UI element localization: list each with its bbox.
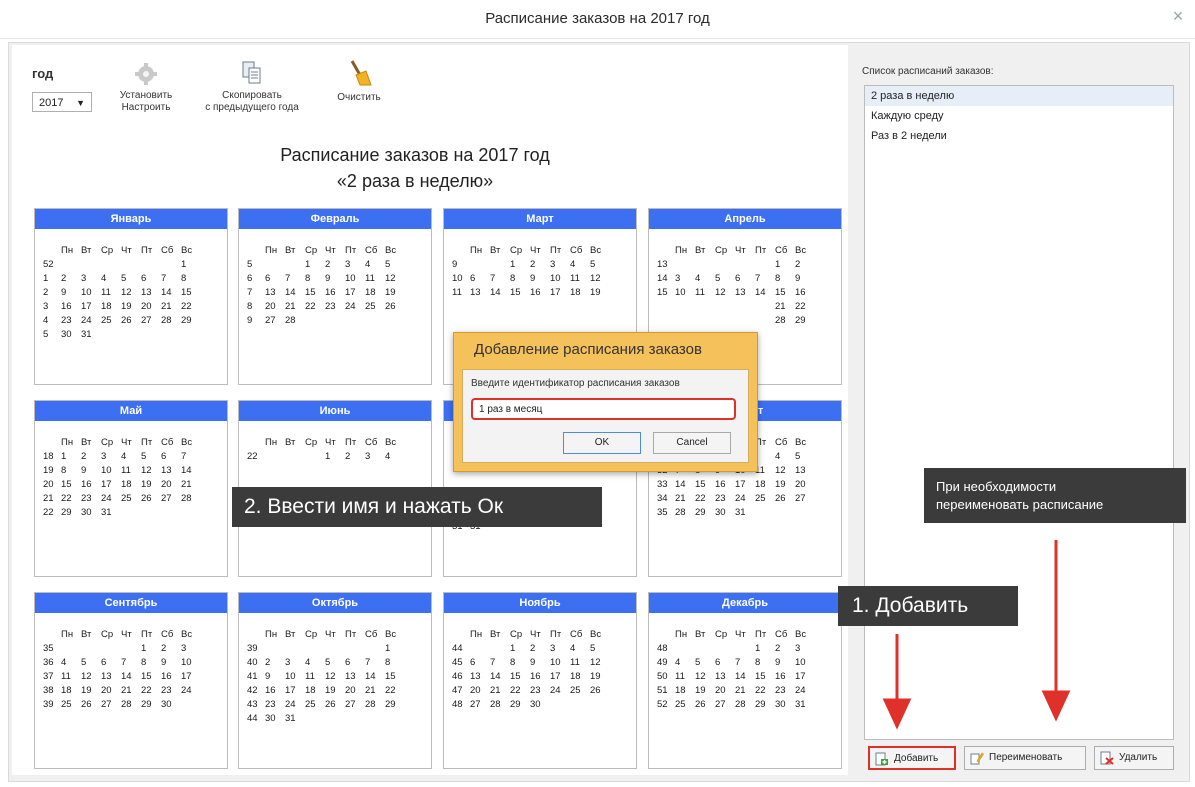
arrow-to-rename-head xyxy=(1041,690,1071,722)
arrow-to-add-head xyxy=(882,698,912,730)
annotation-arrows xyxy=(882,540,1071,730)
